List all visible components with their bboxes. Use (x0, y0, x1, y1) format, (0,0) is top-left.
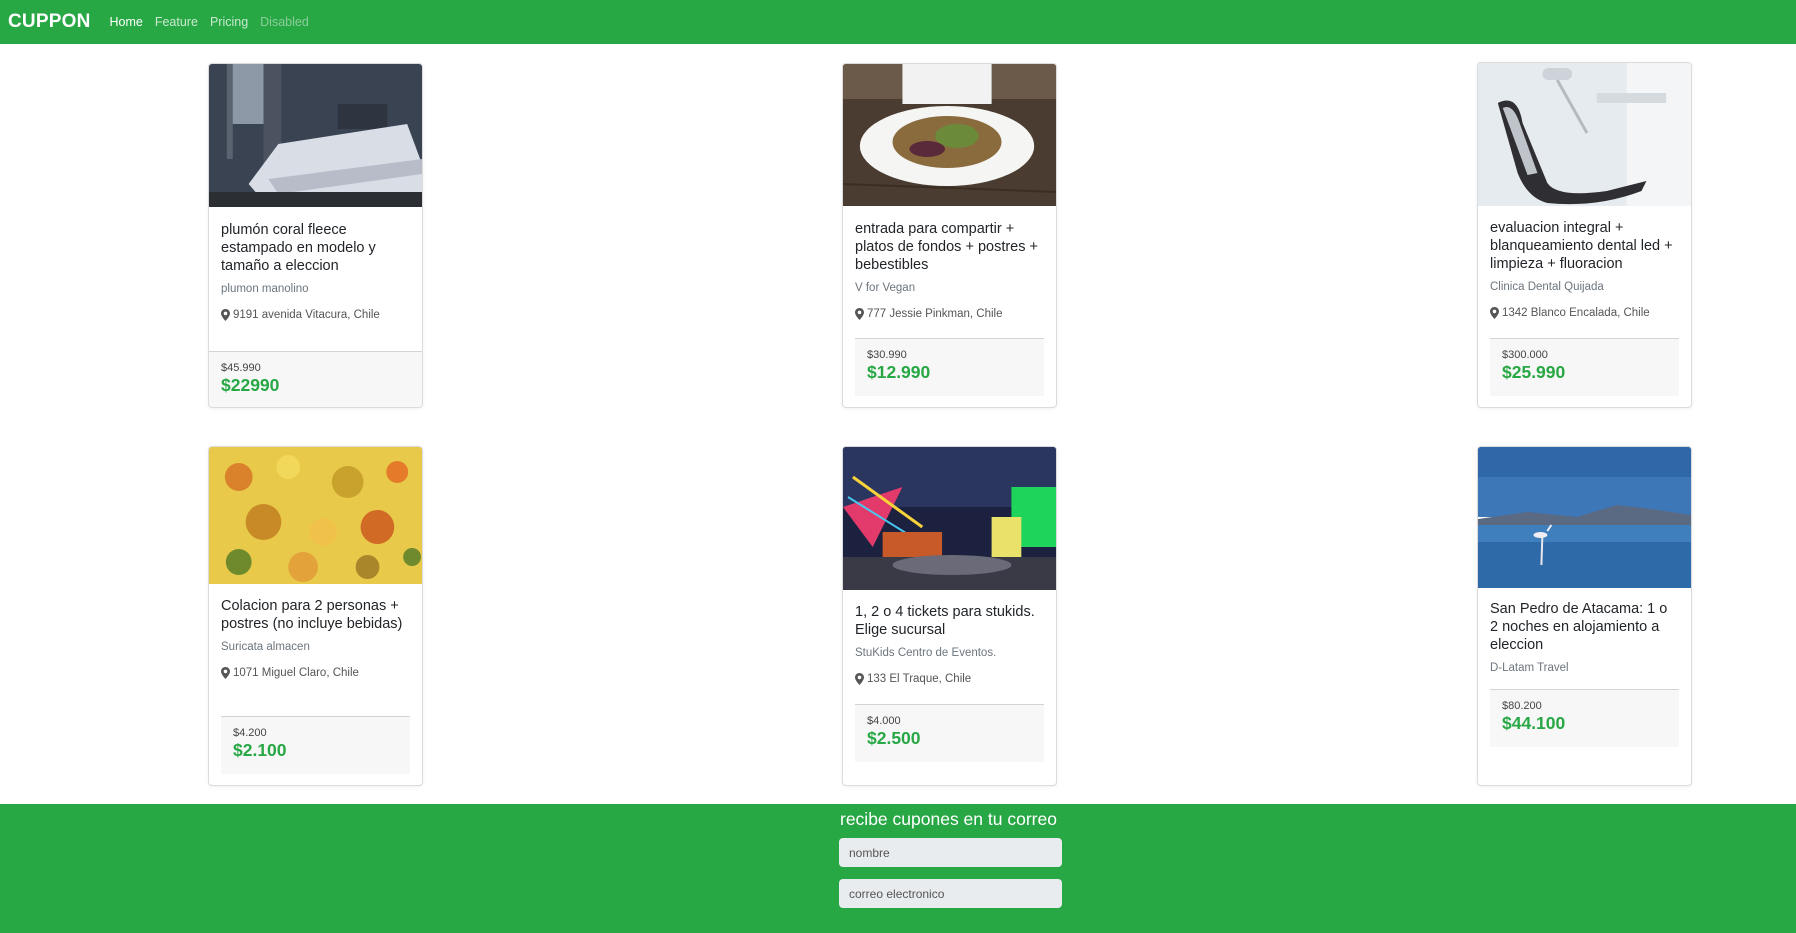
brand-logo[interactable]: CUPPON (8, 11, 91, 33)
price-old: $30.990 (867, 349, 907, 361)
card-merchant: V for Vegan (855, 282, 916, 294)
price-old: $4.200 (233, 727, 267, 739)
fairground-night-image[interactable] (843, 447, 1056, 590)
deal-card[interactable]: evaluacion integral + blanqueamiento den… (1477, 62, 1692, 408)
card-location-text: 1071 Miguel Claro, Chile (233, 667, 359, 679)
card-location-text: 777 Jessie Pinkman, Chile (867, 308, 1003, 320)
card-location-text: 1342 Blanco Encalada, Chile (1502, 307, 1650, 319)
nav-link-feature[interactable]: Feature (155, 15, 198, 29)
dental-chair-image[interactable] (1478, 63, 1691, 206)
card-title[interactable]: evaluacion integral + blanqueamiento den… (1490, 219, 1679, 273)
card-location: 1071 Miguel Claro, Chile (221, 667, 410, 679)
nav-link-home[interactable]: Home (110, 15, 143, 29)
card-title[interactable]: plumón coral fleece estampado en modelo … (221, 221, 410, 275)
salad-plate-image[interactable] (843, 64, 1056, 206)
card-location-text: 9191 avenida Vitacura, Chile (233, 309, 380, 321)
navbar: CUPPON Home Feature Pricing Disabled (0, 0, 1796, 44)
deal-card[interactable]: 1, 2 o 4 tickets para stukids. Elige suc… (842, 446, 1057, 786)
card-merchant: Suricata almacen (221, 641, 310, 653)
price-new: $2.100 (233, 740, 287, 760)
card-location: 133 El Traque, Chile (855, 673, 1044, 685)
name-input[interactable] (839, 838, 1062, 867)
price-new: $2.500 (867, 728, 921, 748)
card-location-text: 133 El Traque, Chile (867, 673, 972, 685)
deal-card[interactable]: plumón coral fleece estampado en modelo … (208, 63, 423, 408)
stew-food-image[interactable] (209, 447, 422, 584)
salt-lake-flamingo-image[interactable] (1478, 447, 1691, 588)
card-title[interactable]: San Pedro de Atacama: 1 o 2 noches en al… (1490, 600, 1679, 654)
price-new: $12.990 (867, 362, 931, 382)
card-title[interactable]: entrada para compartir + platos de fondo… (855, 220, 1044, 274)
map-pin-icon (855, 308, 864, 320)
card-title[interactable]: 1, 2 o 4 tickets para stukids. Elige suc… (855, 603, 1044, 639)
price-box: $4.000 $2.500 (855, 704, 1044, 762)
deal-card[interactable]: San Pedro de Atacama: 1 o 2 noches en al… (1477, 446, 1692, 786)
nav-link-disabled: Disabled (260, 15, 309, 29)
map-pin-icon (221, 309, 230, 321)
price-new: $44.100 (1502, 713, 1566, 733)
price-box: $45.990 $22990 (209, 351, 422, 407)
card-location: 9191 avenida Vitacura, Chile (221, 309, 410, 321)
price-box: $4.200 $2.100 (221, 716, 410, 774)
email-input[interactable] (839, 879, 1062, 908)
price-box: $30.990 $12.990 (855, 338, 1044, 396)
deal-card[interactable]: entrada para compartir + platos de fondo… (842, 63, 1057, 408)
map-pin-icon (1490, 307, 1499, 319)
bedroom-image[interactable] (209, 64, 422, 207)
price-old: $4.000 (867, 715, 901, 727)
card-merchant: plumon manolino (221, 283, 309, 295)
price-box: $80.200 $44.100 (1490, 689, 1679, 747)
newsletter-footer: recibe cupones en tu correo (0, 804, 1796, 933)
card-location: 1342 Blanco Encalada, Chile (1490, 307, 1679, 319)
card-merchant: Clinica Dental Quijada (1490, 281, 1604, 293)
card-location: 777 Jessie Pinkman, Chile (855, 308, 1044, 320)
price-old: $45.990 (221, 362, 261, 374)
map-pin-icon (855, 673, 864, 685)
card-merchant: StuKids Centro de Eventos. (855, 647, 997, 659)
newsletter-title: recibe cupones en tu correo (840, 809, 1057, 829)
price-old: $80.200 (1502, 700, 1542, 712)
card-merchant: D-Latam Travel (1490, 662, 1569, 674)
price-old: $300.000 (1502, 349, 1548, 361)
price-new: $25.990 (1502, 362, 1566, 382)
map-pin-icon (221, 667, 230, 679)
price-new: $22990 (221, 375, 280, 395)
card-title[interactable]: Colacion para 2 personas + postres (no i… (221, 597, 410, 633)
deal-card[interactable]: Colacion para 2 personas + postres (no i… (208, 446, 423, 786)
nav-link-pricing[interactable]: Pricing (210, 15, 248, 29)
price-box: $300.000 $25.990 (1490, 338, 1679, 396)
